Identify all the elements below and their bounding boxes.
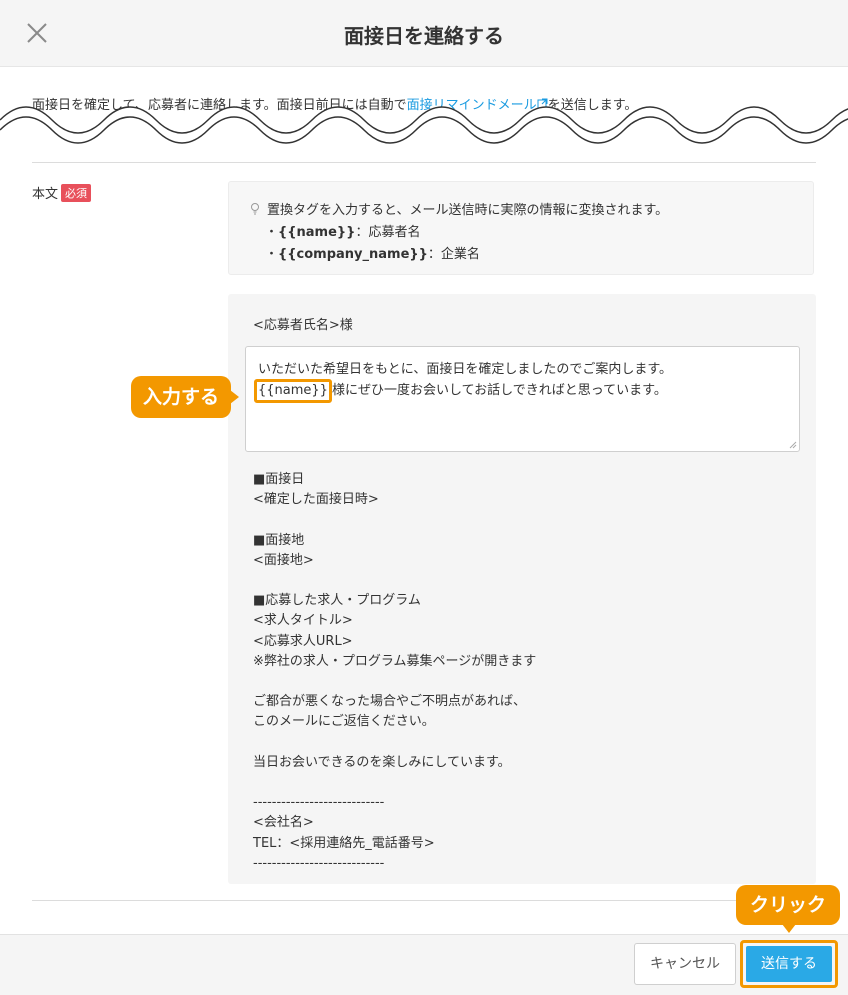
template-line: TEL：<採用連絡先_電話番号> xyxy=(253,835,435,851)
template-line: ご都合が悪くなった場合やご不明点があれば、 xyxy=(253,694,527,710)
hint-item: ・{{name}}：応募者名 xyxy=(249,222,813,244)
body-label-text: 本文 xyxy=(32,187,59,202)
template-line: <会社名> xyxy=(253,815,314,831)
hint-item: ・{{company_name}}：企業名 xyxy=(249,244,813,266)
template-body: ■面接日 <確定した面接日時> ■面接地 <面接地> ■応募した求人・プログラム… xyxy=(253,470,536,874)
mail-body-editor: <応募者氏名>様 いただいた希望日をもとに、面接日を確定しましたのでご案内します… xyxy=(228,294,816,884)
template-line: ■面接日 xyxy=(253,472,305,487)
template-line: <応募求人URL> xyxy=(253,633,353,649)
required-badge: 必須 xyxy=(61,184,92,202)
modal-header: 面接日を連絡する xyxy=(0,0,848,67)
template-line: ---------------------------- xyxy=(253,855,385,871)
torn-edge-wave xyxy=(0,106,848,150)
template-line: <確定した面接日時> xyxy=(253,492,379,508)
cancel-button[interactable]: キャンセル xyxy=(634,943,736,985)
template-line: <面接地> xyxy=(253,552,314,568)
replace-tag-hint: 置換タグを入力すると、メール送信時に実際の情報に変換されます。 ・{{name}… xyxy=(228,181,814,275)
hint-desc: ：応募者名 xyxy=(355,225,421,240)
divider xyxy=(32,162,816,163)
hint-desc: ：企業名 xyxy=(427,247,480,262)
hint-tag: {{name}} xyxy=(278,225,356,240)
template-line xyxy=(253,510,536,530)
send-button[interactable]: 送信する xyxy=(746,946,832,982)
template-line: ■応募した求人・プログラム xyxy=(253,593,421,609)
template-line: このメールにご返信ください。 xyxy=(253,714,435,730)
template-line: 当日お会いできるのを楽しみにしています。 xyxy=(253,754,511,770)
hint-intro: 置換タグを入力すると、メール送信時に実際の情報に変換されます。 xyxy=(249,200,813,222)
template-line xyxy=(253,773,536,793)
click-callout: クリック xyxy=(736,885,840,933)
name-tag-highlight: {{name}} xyxy=(254,379,332,403)
hint-bullet: ・ xyxy=(265,225,279,240)
hint-intro-text: 置換タグを入力すると、メール送信時に実際の情報に変換されます。 xyxy=(267,203,669,218)
body-field-label: 本文 必須 xyxy=(32,183,92,202)
template-line: ---------------------------- xyxy=(253,795,385,811)
template-line: ■面接地 xyxy=(253,532,305,548)
textarea-line-rest: 様にぜひ一度お会いしてお話しできればと思っています。 xyxy=(331,383,667,398)
template-line xyxy=(253,733,536,753)
template-line xyxy=(253,571,536,591)
send-button-highlight: 送信する xyxy=(740,940,838,988)
lightbulb-icon xyxy=(251,203,259,215)
input-callout: 入力する xyxy=(131,376,239,418)
template-line xyxy=(253,672,536,692)
greeting-line: <応募者氏名>様 xyxy=(253,318,353,333)
hint-bullet: ・ xyxy=(265,247,279,262)
modal-title: 面接日を連絡する xyxy=(344,24,504,48)
template-line: <求人タイトル> xyxy=(253,613,353,629)
template-line: ※弊社の求人・プログラム募集ページが開きます xyxy=(253,653,537,669)
textarea-line: いただいた希望日をもとに、面接日を確定しましたのでご案内します。 xyxy=(258,362,673,377)
divider xyxy=(32,900,816,901)
resize-handle-icon[interactable] xyxy=(789,441,797,449)
message-textarea[interactable]: いただいた希望日をもとに、面接日を確定しましたのでご案内します。 {{name}… xyxy=(245,346,800,452)
textarea-line: {{name}} 様にぜひ一度お会いしてお話しできればと思っています。 xyxy=(254,379,787,403)
hint-tag: {{company_name}} xyxy=(278,247,428,262)
